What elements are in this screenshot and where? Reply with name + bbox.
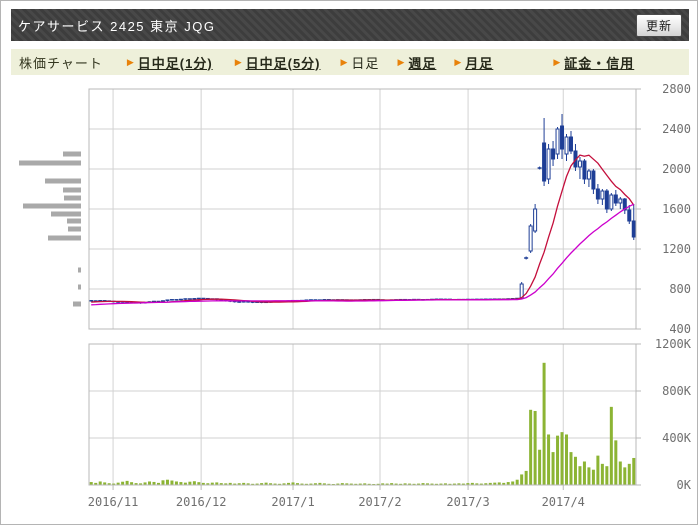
- tab-monthly[interactable]: ▶ 月足: [454, 53, 493, 72]
- svg-text:2017/2: 2017/2: [358, 495, 401, 509]
- volume-profile: [19, 151, 81, 307]
- stock-chart-page: ケアサービス 2425 東京 JQG 更新 株価チャート ▶ 日中足(1分) ▶…: [0, 0, 698, 525]
- short-term-ma: [91, 154, 635, 304]
- chart-area: 2800 2400 2000 1600 1200 800 400 1200K 800K 400K 0…: [1, 81, 697, 524]
- gridlines: [89, 89, 636, 485]
- svg-text:1200K: 1200K: [655, 337, 692, 351]
- svg-text:0K: 0K: [677, 478, 692, 492]
- svg-text:2017/3: 2017/3: [446, 495, 489, 509]
- svg-text:400: 400: [669, 322, 691, 336]
- tab-intraday-1min[interactable]: ▶ 日中足(1分): [127, 53, 213, 72]
- series: [89, 114, 636, 485]
- refresh-button[interactable]: 更新: [635, 13, 682, 37]
- tab-intraday-5min[interactable]: ▶ 日中足(5分): [235, 53, 321, 72]
- svg-text:2017/4: 2017/4: [542, 495, 585, 509]
- svg-text:400K: 400K: [662, 431, 692, 445]
- svg-text:800K: 800K: [662, 384, 692, 398]
- svg-text:2016/12: 2016/12: [176, 495, 227, 509]
- tab-weekly[interactable]: ▶ 週足: [397, 53, 436, 72]
- svg-text:1200: 1200: [662, 242, 691, 256]
- tab-arrow-icon: ▶: [454, 56, 462, 67]
- svg-text:2000: 2000: [662, 162, 691, 176]
- chart-tab-bar: 株価チャート ▶ 日中足(1分) ▶ 日中足(5分) ▶ 日足 ▶ 週足 ▶ 月…: [11, 49, 689, 75]
- long-term-ma: [91, 203, 635, 306]
- tab-bar-label: 株価チャート: [19, 55, 103, 71]
- tab-arrow-icon: ▶: [397, 56, 405, 67]
- tab-arrow-icon: ▶: [126, 56, 134, 67]
- tab-arrow-icon: ▶: [340, 56, 348, 67]
- svg-text:2400: 2400: [662, 122, 691, 136]
- title-bar: ケアサービス 2425 東京 JQG 更新: [11, 9, 689, 41]
- tab-margin-credit[interactable]: ▶ 証金・信用: [553, 53, 634, 72]
- svg-text:2016/11: 2016/11: [88, 495, 139, 509]
- svg-text:2017/1: 2017/1: [271, 495, 314, 509]
- page-title: ケアサービス 2425 東京 JQG: [18, 18, 216, 34]
- svg-text:2800: 2800: [662, 82, 691, 96]
- tab-arrow-icon: ▶: [553, 56, 561, 67]
- tab-daily[interactable]: ▶ 日足: [341, 53, 380, 72]
- candlestick-volume-chart: 2800 2400 2000 1600 1200 800 4001200K 800K 400K 0…: [19, 82, 692, 509]
- svg-text:1600: 1600: [662, 202, 691, 216]
- svg-text:800: 800: [669, 282, 691, 296]
- tab-arrow-icon: ▶: [234, 56, 242, 67]
- axes: 2800 2400 2000 1600 1200 800 4001200K 800K 400K 0…: [88, 82, 692, 509]
